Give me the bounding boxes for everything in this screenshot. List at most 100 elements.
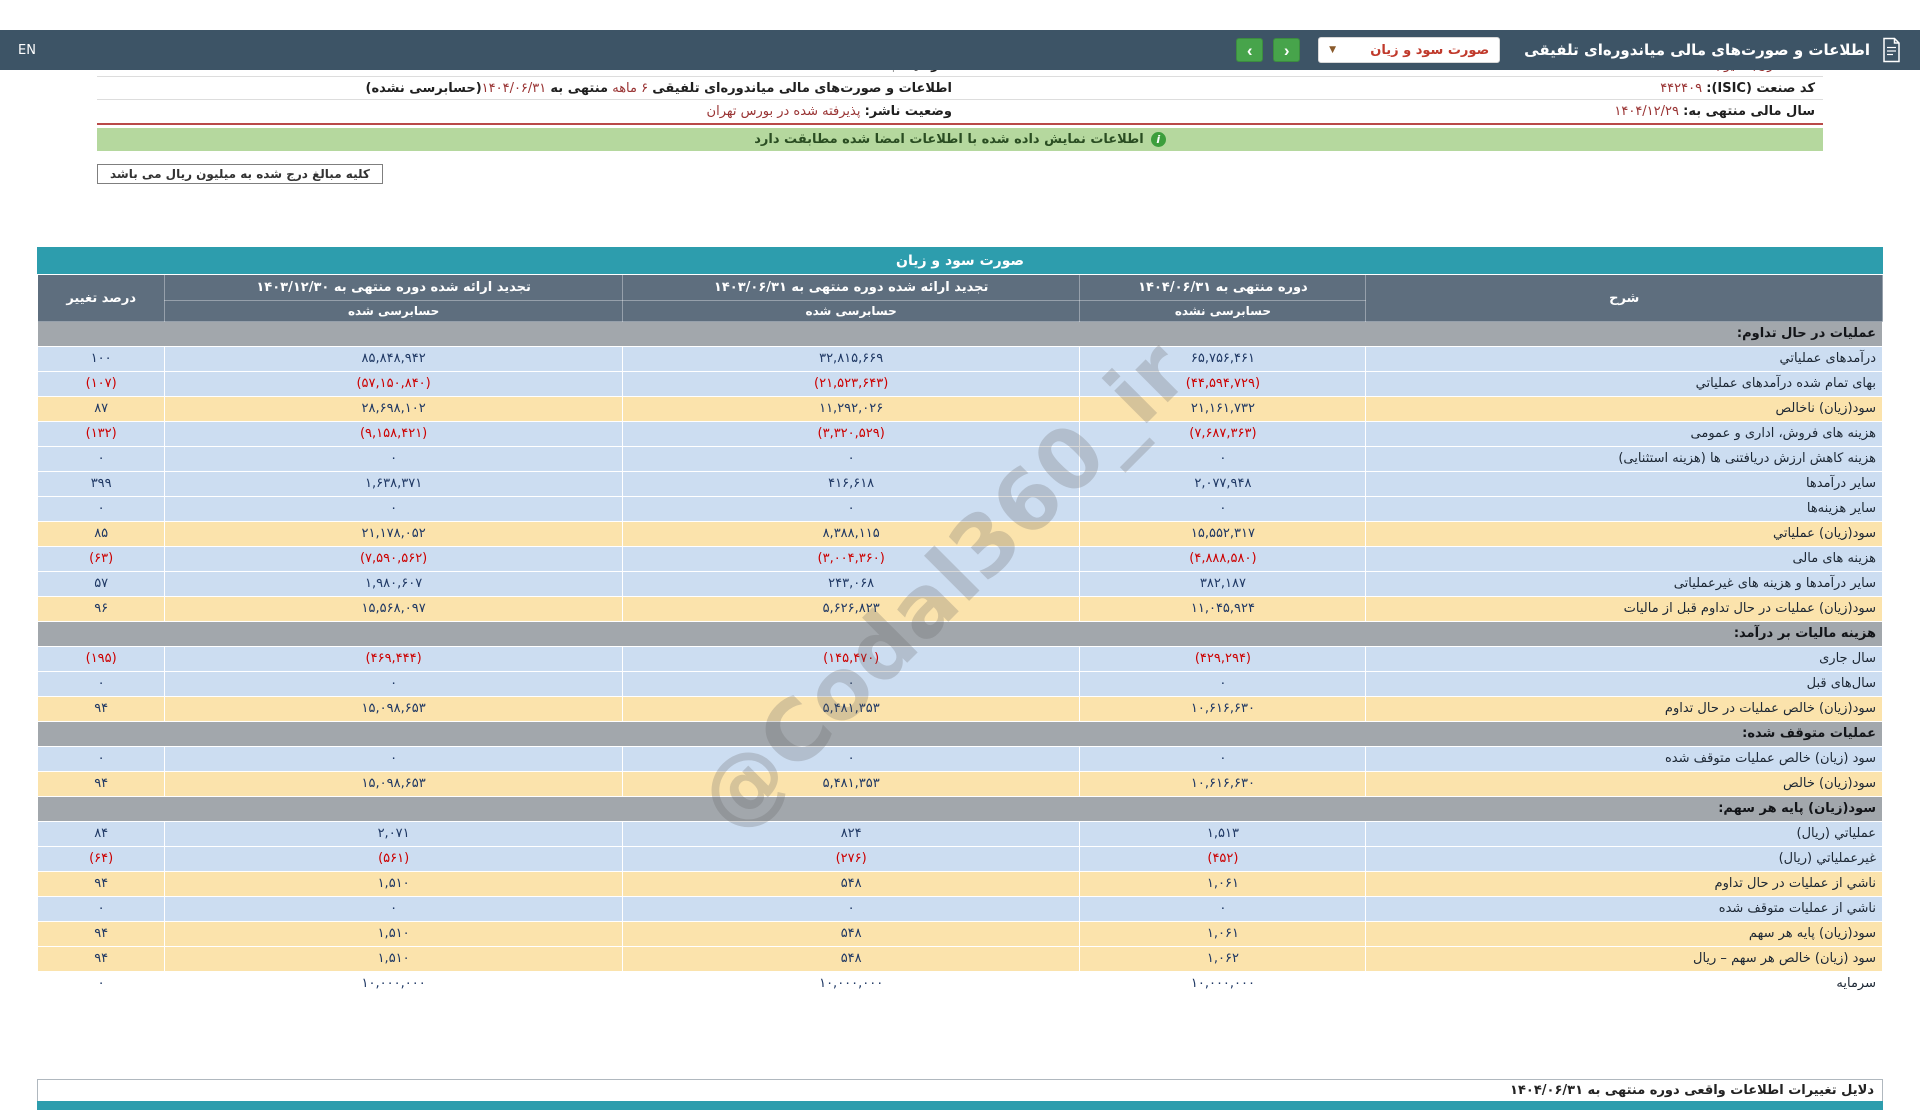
next-section-bar xyxy=(37,1101,1883,1110)
section-label: عملیات در حال تداوم: xyxy=(38,322,1883,347)
statement-type-dropdown[interactable]: صورت سود و زیان ▼ xyxy=(1318,37,1500,63)
row-value-v1: ۰ xyxy=(1080,672,1366,697)
next-statement-button[interactable]: › xyxy=(1236,38,1263,62)
fiscal-year-value: ۱۴۰۴/۱۲/۲۹ xyxy=(1614,104,1679,119)
row-value-pct: (۱۳۲) xyxy=(38,422,165,447)
row-value-pct: (۶۳) xyxy=(38,547,165,572)
row-value-v1: ۲۱,۱۶۱,۷۳۲ xyxy=(1080,397,1366,422)
signature-match-notice: i اطلاعات نمایش داده شده با اطلاعات امضا… xyxy=(97,128,1823,151)
row-label: هزینه های مالی xyxy=(1366,547,1883,572)
row-label: سایر درآمدها و هزینه های غیرعملیاتی xyxy=(1366,572,1883,597)
row-value-v3: ۲,۰۷۱ xyxy=(165,822,623,847)
row-value-pct: ۸۴ xyxy=(38,822,165,847)
row-value-v1: (۴۵۲) xyxy=(1080,847,1366,872)
report-document-icon[interactable] xyxy=(1880,37,1902,63)
row-value-pct: ۰ xyxy=(38,447,165,472)
info-row: سال مالی منتهی به: ۱۴۰۴/۱۲/۲۹ وضعیت ناشر… xyxy=(97,100,1823,123)
row-label: سود(زیان) ناخالص xyxy=(1366,397,1883,422)
top-navbar: اطلاعات و صورت‌های مالی میاندوره‌ای تلفی… xyxy=(0,30,1920,70)
row-value-pct: ۸۵ xyxy=(38,522,165,547)
prev-statement-button[interactable]: ‹ xyxy=(1273,38,1300,62)
row-value-pct: ۹۴ xyxy=(38,697,165,722)
table-row: سود(زیان) عملیات در حال تداوم قبل از مال… xyxy=(38,597,1883,622)
income-statement-title: صورت سود و زیان xyxy=(37,247,1883,274)
row-label: سال‌های قبل xyxy=(1366,672,1883,697)
header-current-audit-status: حسابرسی نشده xyxy=(1080,301,1366,322)
table-row: سود (زیان) خالص هر سهم – ریال۱,۰۶۲۵۴۸۱,۵… xyxy=(38,947,1883,972)
row-value-v3: ۱۰,۰۰۰,۰۰۰ xyxy=(165,972,623,997)
row-value-v1: ۱۰,۶۱۶,۶۳۰ xyxy=(1080,697,1366,722)
row-value-pct: ۰ xyxy=(38,497,165,522)
row-value-v3: (۷,۵۹۰,۵۶۲) xyxy=(165,547,623,572)
row-value-v2: (۳,۳۲۰,۵۲۹) xyxy=(622,422,1080,447)
section-label: عملیات متوقف شده: xyxy=(38,722,1883,747)
row-value-pct: (۱۰۷) xyxy=(38,372,165,397)
row-value-v3: (۵۶۱) xyxy=(165,847,623,872)
row-label: درآمدهای عملیاتي xyxy=(1366,347,1883,372)
row-value-v2: ۵,۴۸۱,۳۵۳ xyxy=(622,772,1080,797)
row-value-v3: ۱,۶۳۸,۳۷۱ xyxy=(165,472,623,497)
statement-prefix: اطلاعات و صورت‌های مالی میاندوره‌ای تلفی… xyxy=(652,81,952,96)
row-value-v2: ۱۱,۲۹۲,۰۲۶ xyxy=(622,397,1080,422)
header-yearend-audit-status: حسابرسی شده xyxy=(165,301,623,322)
row-value-v3: ۱۵,۵۶۸,۰۹۷ xyxy=(165,597,623,622)
row-value-v2: ۸,۳۸۸,۱۱۵ xyxy=(622,522,1080,547)
fiscal-year-field: سال مالی منتهی به: ۱۴۰۴/۱۲/۲۹ xyxy=(960,102,1823,121)
row-label: غیرعملیاتي (ریال) xyxy=(1366,847,1883,872)
row-label: سایر هزینه‌ها xyxy=(1366,497,1883,522)
row-value-v2: (۳,۰۰۴,۳۶۰) xyxy=(622,547,1080,572)
table-row: سود(زیان) خالص۱۰,۶۱۶,۶۳۰۵,۴۸۱,۳۵۳۱۵,۰۹۸,… xyxy=(38,772,1883,797)
fiscal-year-label: سال مالی منتهی به: xyxy=(1683,104,1815,119)
row-value-pct: ۹۴ xyxy=(38,872,165,897)
row-value-v1: (۴۴,۵۹۴,۷۲۹) xyxy=(1080,372,1366,397)
statement-date: ۱۴۰۴/۰۶/۳۱ xyxy=(482,81,547,96)
header-midyear-audit-status: حسابرسی شده xyxy=(622,301,1080,322)
language-toggle-en[interactable]: EN xyxy=(18,43,36,58)
row-value-v1: ۱۵,۵۵۲,۳۱۷ xyxy=(1080,522,1366,547)
section-row: سود(زیان) پایه هر سهم: xyxy=(38,797,1883,822)
row-value-v2: ۰ xyxy=(622,747,1080,772)
row-label: سود(زیان) خالص xyxy=(1366,772,1883,797)
row-value-v3: (۹,۱۵۸,۴۲۱) xyxy=(165,422,623,447)
row-value-v1: ۱,۰۶۱ xyxy=(1080,922,1366,947)
statement-period: ۶ ماهه xyxy=(612,81,648,96)
section-row: هزینه مالیات بر درآمد: xyxy=(38,622,1883,647)
table-row: سایر درآمدها و هزینه های غیرعملیاتی۳۸۲,۱… xyxy=(38,572,1883,597)
row-value-v3: ۱,۵۱۰ xyxy=(165,922,623,947)
changes-reasons-title: دلایل تغییرات اطلاعات واقعی دوره منتهی ب… xyxy=(37,1079,1883,1101)
row-value-v2: (۲۷۶) xyxy=(622,847,1080,872)
table-row: سال‌های قبل۰۰۰۰ xyxy=(38,672,1883,697)
row-value-v3: ۱۵,۰۹۸,۶۵۳ xyxy=(165,772,623,797)
statement-type-selected: صورت سود و زیان xyxy=(1370,43,1489,58)
table-row: سرمایه۱۰,۰۰۰,۰۰۰۱۰,۰۰۰,۰۰۰۱۰,۰۰۰,۰۰۰۰ xyxy=(38,972,1883,997)
row-label: سود(زیان) پایه هر سهم xyxy=(1366,922,1883,947)
row-label: سایر درآمدها xyxy=(1366,472,1883,497)
row-value-v3: ۲۸,۶۹۸,۱۰۲ xyxy=(165,397,623,422)
row-label: سود(زیان) عملیاتي xyxy=(1366,522,1883,547)
table-row: سود(زیان) پایه هر سهم۱,۰۶۱۵۴۸۱,۵۱۰۹۴ xyxy=(38,922,1883,947)
row-label: سال جاری xyxy=(1366,647,1883,672)
row-value-v3: ۱,۵۱۰ xyxy=(165,872,623,897)
row-value-v3: ۰ xyxy=(165,747,623,772)
table-row: بهای تمام شده درآمدهای عملیاتي(۴۴,۵۹۴,۷۲… xyxy=(38,372,1883,397)
statement-suffix: (حسابرسی نشده) xyxy=(366,81,482,96)
table-row: سایر هزینه‌ها۰۰۰۰ xyxy=(38,497,1883,522)
income-table-body: عملیات در حال تداوم:درآمدهای عملیاتي۶۵,۷… xyxy=(38,322,1883,997)
section-label: هزینه مالیات بر درآمد: xyxy=(38,622,1883,647)
statement-type-field: اطلاعات و صورت‌های مالی میاندوره‌ای تلفی… xyxy=(97,79,960,98)
row-value-v3: ۱۵,۰۹۸,۶۵۳ xyxy=(165,697,623,722)
table-row: سود(زیان) خالص عملیات در حال تداوم۱۰,۶۱۶… xyxy=(38,697,1883,722)
row-value-v2: ۰ xyxy=(622,672,1080,697)
row-value-v3: ۱,۹۸۰,۶۰۷ xyxy=(165,572,623,597)
row-value-pct: ۹۴ xyxy=(38,922,165,947)
income-statement-table: شرح دوره منتهی به ۱۴۰۴/۰۶/۳۱ تجدید ارائه… xyxy=(37,274,1883,997)
section-row: عملیات متوقف شده: xyxy=(38,722,1883,747)
table-row: هزینه های فروش، اداری و عمومی(۷,۶۸۷,۳۶۳)… xyxy=(38,422,1883,447)
row-value-v2: ۸۲۴ xyxy=(622,822,1080,847)
row-value-v3: ۸۵,۸۴۸,۹۴۲ xyxy=(165,347,623,372)
row-value-v3: (۵۷,۱۵۰,۸۴۰) xyxy=(165,372,623,397)
row-value-v1: ۰ xyxy=(1080,897,1366,922)
row-value-v1: ۱,۰۶۲ xyxy=(1080,947,1366,972)
row-value-v1: ۱۱,۰۴۵,۹۲۴ xyxy=(1080,597,1366,622)
row-value-pct: ۸۷ xyxy=(38,397,165,422)
